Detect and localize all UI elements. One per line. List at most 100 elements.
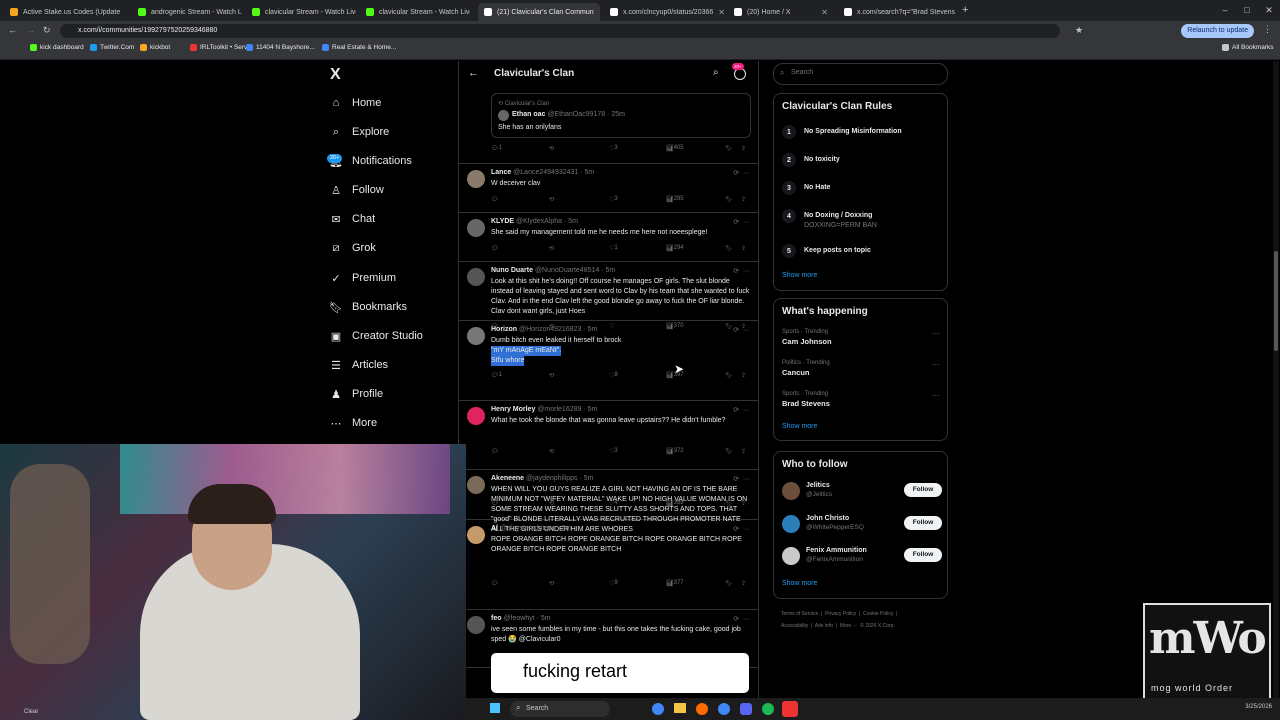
bookmark-item[interactable]: 11404 N Bayshore... bbox=[246, 44, 315, 51]
reply-button[interactable]: 💬︎ bbox=[491, 580, 499, 587]
obs-icon[interactable] bbox=[782, 701, 798, 717]
nav-item-creator-studio[interactable]: ▣ Creator Studio bbox=[330, 330, 423, 343]
like-button[interactable]: ♡ 3 bbox=[609, 448, 618, 455]
page-scrollbar[interactable] bbox=[1273, 61, 1279, 698]
repost-button[interactable]: ⟲ bbox=[549, 448, 554, 455]
post-menu[interactable]: ⟳ ··· bbox=[733, 475, 750, 483]
rules-show-more[interactable]: Show more bbox=[782, 272, 817, 279]
quoted-post[interactable]: ⟲ Clavicular's Clan Ethan oac @EthanOac9… bbox=[491, 93, 751, 138]
share-button[interactable]: ⇪ bbox=[741, 196, 746, 203]
grok-icon[interactable]: ⟳ bbox=[733, 526, 739, 533]
post-author[interactable]: Henry Morley bbox=[491, 406, 535, 413]
share-button[interactable]: ⇪ bbox=[741, 372, 746, 379]
share-button[interactable]: ⇪ bbox=[741, 145, 746, 152]
reply-button[interactable]: 💬︎ 1 bbox=[491, 145, 502, 152]
grok-icon[interactable]: ⟳ bbox=[733, 327, 739, 334]
views-button[interactable]: 📊︎ 295 bbox=[666, 196, 684, 203]
post[interactable]: Horizon @Horizon49216823 · 5m ⟳ ··· Dumb b… bbox=[459, 320, 758, 401]
browser-tab[interactable]: (21) Clavicular's Clan Commun ✕ bbox=[478, 3, 600, 21]
post-handle[interactable]: @Horizon49216823 · 5m bbox=[519, 326, 597, 333]
post-author[interactable]: KLYDE bbox=[491, 218, 514, 225]
post-menu[interactable]: ⟳ ··· bbox=[733, 267, 750, 275]
nav-item-grok[interactable]: ⧄ Grok bbox=[330, 242, 376, 255]
views-button[interactable]: 📊︎ 405 bbox=[666, 145, 684, 152]
browser-tab[interactable]: clavicular Stream - Watch Live✕ bbox=[246, 3, 356, 21]
reload-icon[interactable]: ↻ bbox=[43, 25, 51, 36]
post-author[interactable]: feo bbox=[491, 615, 502, 622]
grok-icon[interactable]: ⟳ bbox=[733, 268, 739, 275]
views-button[interactable]: 📊︎ 388 bbox=[666, 500, 684, 507]
trend-item[interactable]: Sports · Trending Brad Stevens ··· bbox=[782, 391, 940, 408]
post[interactable]: Al @alsystemdotexe · 5m ⟳ ··· ROPE ORANGE … bbox=[459, 519, 758, 610]
follow-show-more[interactable]: Show more bbox=[782, 580, 817, 587]
like-button[interactable]: ♡ 4 bbox=[609, 500, 618, 507]
browser-tab[interactable]: clavicular Stream - Watch Live✕ bbox=[360, 3, 470, 21]
post-handle[interactable]: @Lance2494932431 · 5m bbox=[513, 169, 594, 176]
more-icon[interactable]: ··· bbox=[932, 360, 940, 369]
share-button[interactable]: ⇪ bbox=[741, 580, 746, 587]
reply-button[interactable]: 💬︎ bbox=[491, 448, 499, 455]
close-window-button[interactable]: ✕ bbox=[1258, 0, 1280, 21]
nav-item-notifications[interactable]: 🔔︎Notifications bbox=[329, 155, 412, 168]
quoted-post-container[interactable]: ⟲ Clavicular's Clan Ethan oac @EthanOac9… bbox=[459, 87, 758, 164]
nav-item-explore[interactable]: ⌕ Explore bbox=[330, 126, 389, 139]
follow-button[interactable]: Follow bbox=[904, 483, 942, 497]
like-button[interactable]: ♡ 3 bbox=[609, 196, 618, 203]
spotify-icon[interactable] bbox=[762, 703, 774, 715]
post-menu[interactable]: ⟳ ··· bbox=[733, 615, 750, 623]
reply-button[interactable]: 💬︎ bbox=[491, 245, 499, 252]
nav-item-follow[interactable]: ♙ Follow bbox=[330, 184, 384, 197]
like-button[interactable]: ♡ 3 bbox=[609, 145, 618, 152]
tab-close-icon[interactable]: ✕ bbox=[821, 8, 828, 17]
post-author[interactable]: Horizon bbox=[491, 326, 517, 333]
repost-button[interactable]: ⟲ bbox=[549, 145, 554, 152]
follow-button[interactable]: Follow bbox=[904, 548, 942, 562]
avatar[interactable] bbox=[467, 616, 485, 634]
avatar[interactable] bbox=[467, 526, 485, 544]
suggestion-name[interactable]: Fenix Ammunition bbox=[806, 547, 867, 554]
avatar[interactable] bbox=[782, 482, 800, 500]
chrome-icon[interactable] bbox=[652, 703, 664, 715]
post-handle[interactable]: @feowhyt · 5m bbox=[503, 615, 550, 622]
avatar[interactable] bbox=[467, 219, 485, 237]
bookmark-item[interactable]: Twitter.Com bbox=[90, 44, 134, 51]
taskbar-search[interactable]: ⌕ Search bbox=[510, 701, 610, 717]
repost-button[interactable]: ⟲ bbox=[549, 196, 554, 203]
post-author[interactable]: Akeneene bbox=[491, 475, 524, 482]
browser-menu-icon[interactable]: ⋮ bbox=[1263, 24, 1272, 35]
all-bookmarks-folder[interactable]: All Bookmarks bbox=[1222, 44, 1274, 51]
bookmark-button[interactable]: 🔖︎ bbox=[725, 245, 733, 252]
search-icon[interactable]: ⌕ bbox=[713, 67, 719, 78]
nav-item-bookmarks[interactable]: 🔖︎ Bookmarks bbox=[329, 301, 407, 314]
trends-show-more[interactable]: Show more bbox=[782, 423, 817, 430]
new-tab-button[interactable]: + bbox=[962, 4, 968, 16]
post[interactable]: Henry Morley @morle16289 · 5m ⟳ ··· What h… bbox=[459, 400, 758, 470]
more-icon[interactable]: ··· bbox=[743, 219, 750, 226]
grok-icon[interactable]: ⟳ bbox=[733, 476, 739, 483]
nav-item-chat[interactable]: ✉ Chat bbox=[330, 213, 375, 226]
post-handle[interactable]: @jaydenphilipps · 5m bbox=[526, 475, 593, 482]
relaunch-button[interactable]: Relaunch to update bbox=[1181, 24, 1254, 38]
post-menu[interactable]: ⟳ ··· bbox=[733, 525, 750, 533]
bookmark-item[interactable]: Real Estate & Home... bbox=[322, 44, 396, 51]
bookmark-item[interactable]: IRLToolkit • Server bbox=[190, 44, 253, 51]
avatar[interactable] bbox=[467, 268, 485, 286]
browser-tab[interactable]: x.com/clncyup0/status/20366 ✕ bbox=[604, 3, 724, 21]
post-handle[interactable]: @morle16289 · 5m bbox=[537, 406, 597, 413]
more-icon[interactable]: ··· bbox=[932, 391, 940, 400]
follow-suggestion[interactable]: Jelitics @Jelitics Follow bbox=[782, 480, 942, 502]
post[interactable]: KLYDE @KlydexAlpha · 5m ⟳ ··· She said my … bbox=[459, 212, 758, 262]
minimize-button[interactable]: – bbox=[1214, 0, 1236, 21]
scrollbar-thumb[interactable] bbox=[1274, 251, 1278, 351]
post[interactable]: Lance @Lance2494932431 · 5m ⟳ ··· W deceiv… bbox=[459, 163, 758, 213]
post[interactable]: Akeneene @jaydenphilipps · 5m ⟳ ··· WHEN W… bbox=[459, 469, 758, 533]
post-author[interactable]: Lance bbox=[491, 169, 511, 176]
more-icon[interactable]: ··· bbox=[743, 170, 750, 177]
avatar[interactable] bbox=[467, 327, 485, 345]
chrome-icon-2[interactable] bbox=[718, 703, 730, 715]
trend-item[interactable]: Politics · Trending Cancun ··· bbox=[782, 360, 940, 377]
tab-close-icon[interactable]: ✕ bbox=[599, 8, 600, 17]
windows-start-icon[interactable] bbox=[490, 703, 500, 713]
more-icon[interactable]: ··· bbox=[743, 616, 750, 623]
footer-links[interactable]: Terms of Service | Privacy Policy | Cook… bbox=[781, 608, 897, 632]
